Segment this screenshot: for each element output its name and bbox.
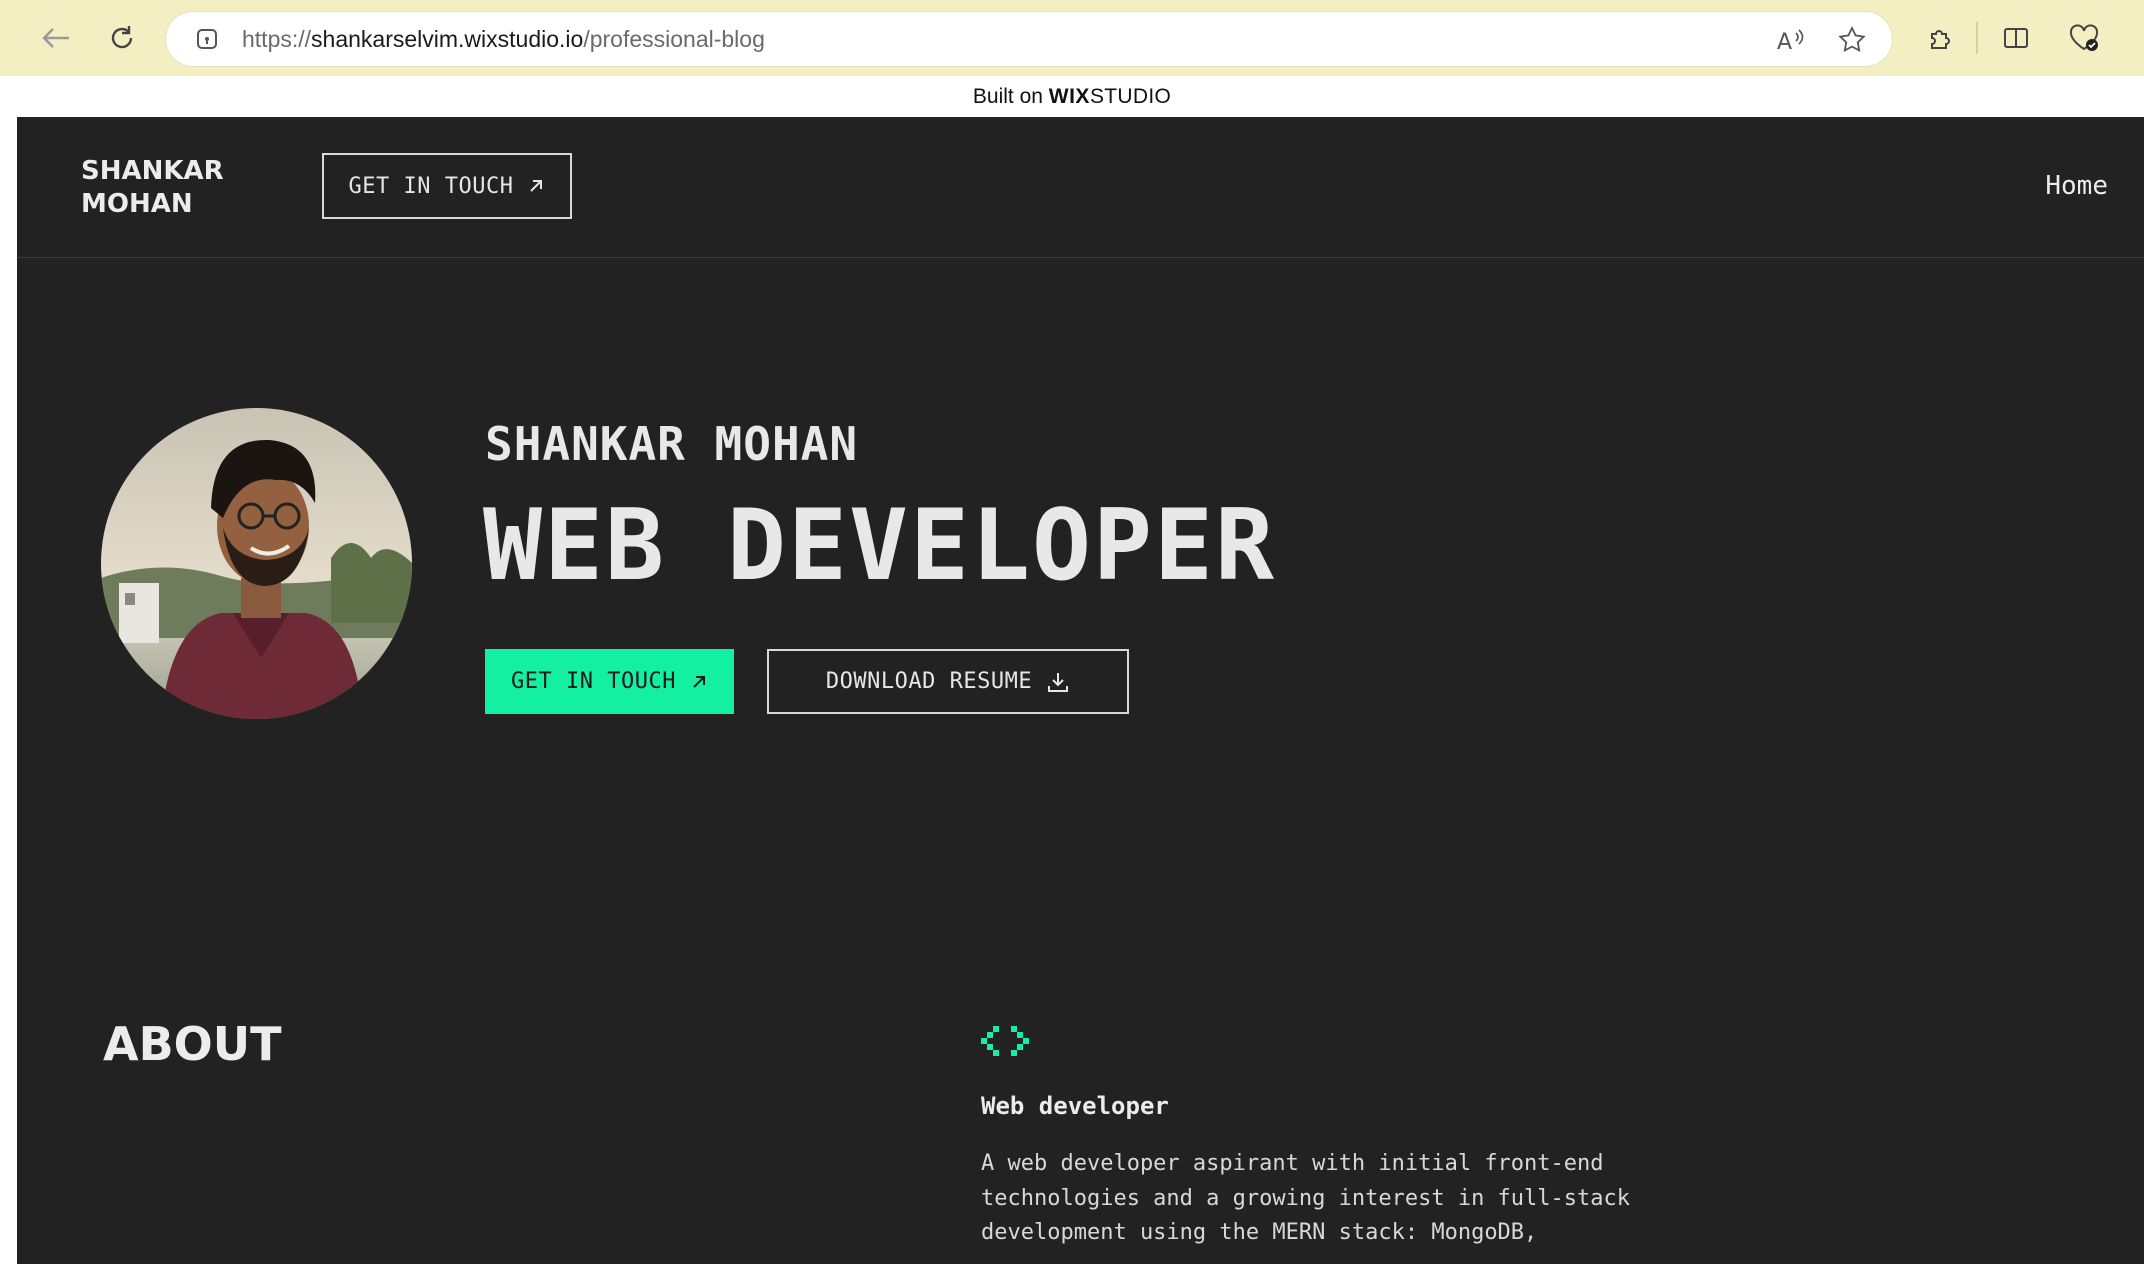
toolbar-divider [1976,22,1978,54]
url-prefix: https:// [242,26,312,52]
code-brackets-icon [981,1026,1029,1056]
profile-photo [101,408,412,719]
arrow-up-right-icon [530,180,543,192]
header-cta-label: GET IN TOUCH [348,173,514,199]
extensions-icon[interactable] [1920,18,1960,58]
about-heading: ABOUT [103,1017,282,1071]
about-body-text: A web developer aspirant with initial fr… [981,1151,1631,1245]
wix-banner[interactable]: Built on WIXSTUDIO [0,76,2144,117]
favorite-star-icon[interactable] [1834,22,1870,58]
read-aloud-icon[interactable]: A [1772,22,1808,58]
split-screen-icon[interactable] [1996,18,2036,58]
url-host: shankarselvim.wixstudio.io [311,26,584,52]
hero-title: WEB DEVELOPER [483,489,1277,603]
reload-icon[interactable] [100,16,144,60]
about-subheading: Web developer [981,1092,1169,1120]
back-icon[interactable] [34,16,78,60]
studio-logo-text: STUDIO [1089,85,1172,108]
site-header: SHANKAR MOHAN GET IN TOUCH Home [17,117,2144,258]
site-logo[interactable]: SHANKAR MOHAN [81,155,241,221]
hero-get-in-touch-button[interactable]: GET IN TOUCH [485,649,734,714]
address-bar[interactable]: https://shankarselvim.wixstudio.io/profe… [166,12,1892,66]
banner-prefix: Built on [972,85,1043,108]
nav-home-link[interactable]: Home [2045,171,2108,201]
download-resume-button[interactable]: DOWNLOAD RESUME [767,649,1129,714]
lock-icon[interactable] [194,26,220,52]
wix-logo-text: WIX [1048,85,1090,108]
download-icon [1048,672,1069,692]
browser-essentials-icon[interactable] [2064,18,2104,58]
url-path: /professional-blog [583,26,765,52]
download-resume-label: DOWNLOAD RESUME [825,669,1033,694]
svg-text:A: A [1777,30,1792,53]
browser-toolbar: https://shankarselvim.wixstudio.io/profe… [0,0,2144,76]
hero-name: SHANKAR MOHAN [485,417,859,471]
url-text[interactable]: https://shankarselvim.wixstudio.io/profe… [242,26,765,53]
header-get-in-touch-button[interactable]: GET IN TOUCH [322,153,572,219]
site-page: SHANKAR MOHAN GET IN TOUCH Home SHANKAR … [17,117,2144,1264]
hero-cta-label: GET IN TOUCH [511,669,676,694]
arrow-up-right-icon [693,675,705,688]
